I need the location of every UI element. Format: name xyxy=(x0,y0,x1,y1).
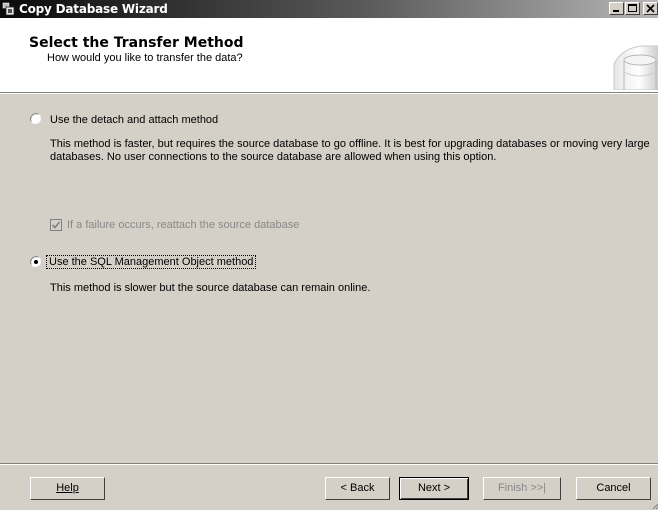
minimize-icon xyxy=(613,10,619,12)
detach-attach-description: This method is faster, but requires the … xyxy=(50,138,650,163)
page-subtitle: How would you like to transfer the data? xyxy=(47,52,243,64)
maximize-button[interactable] xyxy=(625,2,640,15)
detach-attach-radio[interactable] xyxy=(30,113,42,125)
resize-grip-icon[interactable] xyxy=(650,500,658,510)
help-button-label: Help xyxy=(56,482,79,494)
back-button-label: < Back xyxy=(340,482,375,494)
smo-method-description: This method is slower but the source dat… xyxy=(50,282,371,294)
cancel-button[interactable]: Cancel xyxy=(576,477,651,500)
help-button[interactable]: Help xyxy=(30,477,105,500)
reattach-checkbox[interactable] xyxy=(50,219,62,231)
reattach-label: If a failure occurs, reattach the source… xyxy=(67,219,300,231)
database-cylinder-icon xyxy=(613,45,658,90)
title-bar[interactable]: Copy Database Wizard xyxy=(0,0,658,18)
wizard-header: Select the Transfer Method How would you… xyxy=(0,18,658,92)
finish-button-label: Finish >>| xyxy=(497,482,547,494)
detach-attach-label[interactable]: Use the detach and attach method xyxy=(50,114,218,126)
header-divider-highlight xyxy=(0,93,658,94)
back-button[interactable]: < Back xyxy=(325,477,390,500)
wizard-window: Copy Database Wizard Select the Transfer… xyxy=(0,0,658,510)
database-wizard-icon xyxy=(2,2,15,16)
cancel-button-label: Cancel xyxy=(596,482,631,494)
next-button[interactable]: Next > xyxy=(399,477,469,500)
next-button-label: Next > xyxy=(417,482,451,494)
smo-method-label[interactable]: Use the SQL Management Object method xyxy=(45,255,257,269)
finish-button[interactable]: Finish >>| xyxy=(483,477,561,500)
close-button[interactable] xyxy=(643,2,658,15)
window-title: Copy Database Wizard xyxy=(19,2,168,16)
close-icon xyxy=(646,4,655,13)
minimize-button[interactable] xyxy=(609,2,624,15)
page-title: Select the Transfer Method xyxy=(29,35,244,51)
smo-method-radio[interactable] xyxy=(30,256,42,268)
footer-divider-highlight xyxy=(0,464,658,465)
maximize-icon xyxy=(628,4,637,12)
